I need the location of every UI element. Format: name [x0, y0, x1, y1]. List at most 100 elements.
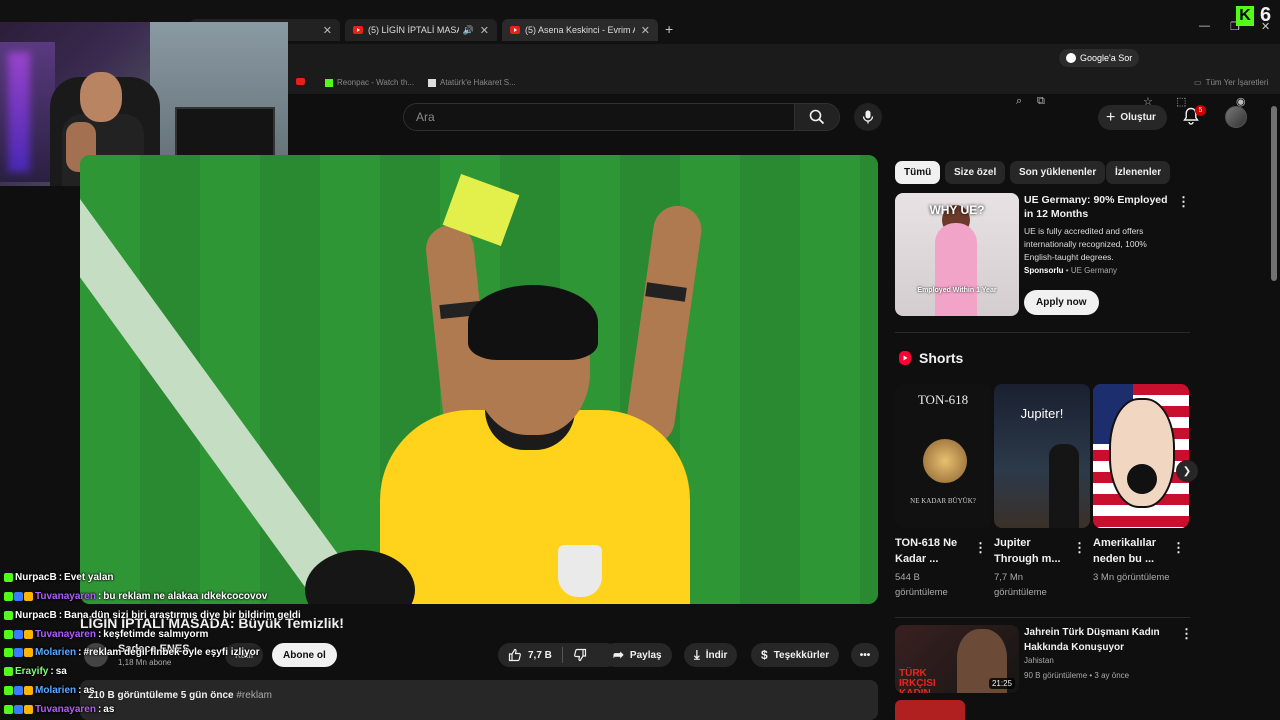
zoom-icon[interactable]: ⌕	[1016, 95, 1022, 108]
chat-message: Tuvanayaren : as	[4, 704, 114, 715]
chat-badge-icon	[4, 611, 13, 620]
bookmark-1[interactable]: Reonpac - Watch th...	[325, 78, 414, 87]
chat-badge-icon	[4, 686, 13, 695]
chip-for-you[interactable]: Size özel	[945, 161, 1006, 184]
chat-username[interactable]: Tuvanayaren	[35, 591, 96, 602]
short-title[interactable]: TON-618 Ne Kadar ...	[895, 535, 975, 567]
chat-badge-icon	[24, 630, 33, 639]
google-icon	[1066, 53, 1076, 63]
youtube-favicon-icon	[296, 78, 305, 85]
subscribe-button[interactable]: Abone ol	[272, 643, 337, 667]
chat-username[interactable]: NurpacB	[15, 572, 57, 583]
short-menu-icon[interactable]: ⋮	[1172, 540, 1185, 556]
recommended-meta: 90 B görüntüleme • 3 ay önce	[1024, 671, 1130, 680]
short-title[interactable]: Jupiter Through m...	[994, 535, 1074, 567]
chat-username[interactable]: NurpacB	[15, 610, 57, 621]
short-thumbnail[interactable]: Jupiter!	[994, 384, 1090, 528]
hashtag-link[interactable]: #reklam	[236, 690, 272, 701]
google-ask-label: Google'a Sor	[1080, 53, 1133, 63]
download-button[interactable]: ⤓ İndir	[684, 643, 738, 667]
short-menu-icon[interactable]: ⋮	[974, 540, 987, 556]
chat-text: #reklam değil finbek öyle eşyfi izliyor	[83, 647, 260, 658]
thanks-label: Teşekkürler	[773, 649, 830, 661]
ad-thumbnail[interactable]: WHY UE? Employed Within 1 Year	[895, 193, 1019, 316]
search-input[interactable]	[404, 104, 794, 130]
chat-username[interactable]: Molarien	[35, 685, 76, 696]
google-ask-button[interactable]: Google'a Sor	[1059, 49, 1140, 67]
chat-message: Tuvanayaren : bu reklam ne alakaa ıdkekc…	[4, 591, 267, 602]
browser-tab-other-video[interactable]: (5) Asena Keskinci - Evrim Akın ✕	[502, 19, 658, 41]
short-menu-icon[interactable]: ⋮	[1073, 540, 1086, 556]
short-title[interactable]: Amerikalılar neden bu ...	[1093, 535, 1173, 567]
dislike-button[interactable]	[573, 648, 587, 662]
chat-separator: :	[97, 591, 102, 602]
close-tab-icon[interactable]: ✕	[474, 24, 489, 37]
recommended-thumbnail[interactable]: TÜRK IRKÇISI KADIN 21:25	[895, 625, 1019, 693]
mouth-graphic	[1127, 464, 1157, 494]
notification-badge: 5	[1195, 105, 1206, 116]
views-and-date: 210 B görüntüleme 5 gün önce	[88, 690, 234, 701]
chip-recently-uploaded[interactable]: Son yüklenenler	[1010, 161, 1106, 184]
notifications-button[interactable]: 5	[1183, 105, 1206, 130]
bookmark-2[interactable]: Atatürk'e Hakaret S...	[428, 78, 516, 87]
cast-icon[interactable]: ⧉	[1037, 95, 1045, 108]
viewer-count: 6	[1260, 4, 1272, 26]
apply-now-button[interactable]: Apply now	[1024, 290, 1099, 315]
shorts-next-button[interactable]: ❯	[1176, 460, 1198, 482]
thanks-button[interactable]: $ Teşekkürler	[751, 643, 840, 667]
chat-text: as	[83, 685, 95, 696]
chat-separator: :	[97, 704, 102, 715]
chat-username[interactable]: Tuvanayaren	[35, 629, 96, 640]
recommended-title[interactable]: Jahrein Türk Düşmanı Kadın Hakkında Konu…	[1024, 625, 1174, 655]
browser-tab-current-video[interactable]: (5) LİGİN İPTALİ MASADA: B 🔊 ✕	[345, 19, 497, 41]
new-tab-icon[interactable]: +	[665, 21, 673, 37]
tab-title: (5) LİGİN İPTALİ MASADA: B	[368, 25, 459, 35]
search-bar	[403, 103, 840, 131]
chat-username[interactable]: Erayify	[15, 666, 48, 677]
chat-badges	[4, 648, 33, 657]
chat-separator: :	[78, 685, 82, 696]
close-tab-icon[interactable]: ✕	[635, 24, 650, 37]
account-avatar[interactable]	[1225, 106, 1247, 128]
chat-text: Bana dün sizi biri araştırmış diye bir b…	[64, 610, 301, 621]
chat-text: sa	[55, 666, 67, 677]
video-player[interactable]	[80, 155, 878, 604]
chat-username[interactable]: Tuvanayaren	[35, 704, 96, 715]
short-thumbnail[interactable]: TON-618 NE KADAR BÜYÜK?	[895, 384, 991, 528]
kick-viewer-count: K 6	[1236, 4, 1271, 27]
short-thumb-subtitle: NE KADAR BÜYÜK?	[910, 497, 976, 505]
sponsored-label: Sponsorlu	[1024, 266, 1064, 275]
all-bookmarks-folder[interactable]: ▭ Tüm Yer İşaretleri	[1194, 78, 1268, 87]
chip-all[interactable]: Tümü	[895, 161, 941, 184]
scrollbar[interactable]	[1271, 100, 1277, 700]
recommended-channel[interactable]: Jahistan	[1024, 656, 1054, 665]
recommended-menu-icon[interactable]: ⋮	[1180, 626, 1193, 642]
ad-description: UE is fully accredited and offers intern…	[1024, 226, 1147, 262]
chat-badge-icon	[4, 705, 13, 714]
like-button[interactable]: 7,7 B	[508, 648, 552, 662]
create-button[interactable]: + Oluştur	[1098, 105, 1167, 130]
search-button[interactable]	[794, 104, 839, 130]
next-recommended-thumbnail[interactable]	[895, 700, 965, 720]
bookmark-youtube[interactable]	[296, 78, 305, 85]
chat-badge-icon	[4, 648, 13, 657]
short-thumbnail[interactable]	[1093, 384, 1189, 528]
ad-menu-icon[interactable]: ⋮	[1177, 194, 1190, 210]
share-button[interactable]: ➦ Paylaş	[603, 643, 672, 667]
chat-badges	[4, 667, 13, 676]
chat-text: Evet yalan	[64, 572, 114, 583]
shorts-section-header: Shorts	[898, 350, 963, 366]
minimize-icon[interactable]: —	[1199, 20, 1210, 32]
voice-search-button[interactable]	[854, 103, 882, 131]
chat-badge-icon	[4, 592, 13, 601]
close-tab-icon[interactable]: ✕	[317, 24, 332, 37]
ad-title[interactable]: UE Germany: 90% Employed in 12 Months	[1024, 193, 1174, 221]
speaker-icon[interactable]: 🔊	[463, 25, 474, 36]
scrollbar-thumb[interactable]	[1271, 106, 1277, 281]
chat-badge-icon	[24, 686, 33, 695]
chat-username[interactable]: Molarien	[35, 647, 76, 658]
more-actions-button[interactable]: •••	[851, 643, 879, 667]
planet-graphic	[923, 439, 967, 483]
chip-watched[interactable]: İzlenenler	[1106, 161, 1171, 184]
ad-thumb-headline: WHY UE?	[929, 203, 985, 217]
